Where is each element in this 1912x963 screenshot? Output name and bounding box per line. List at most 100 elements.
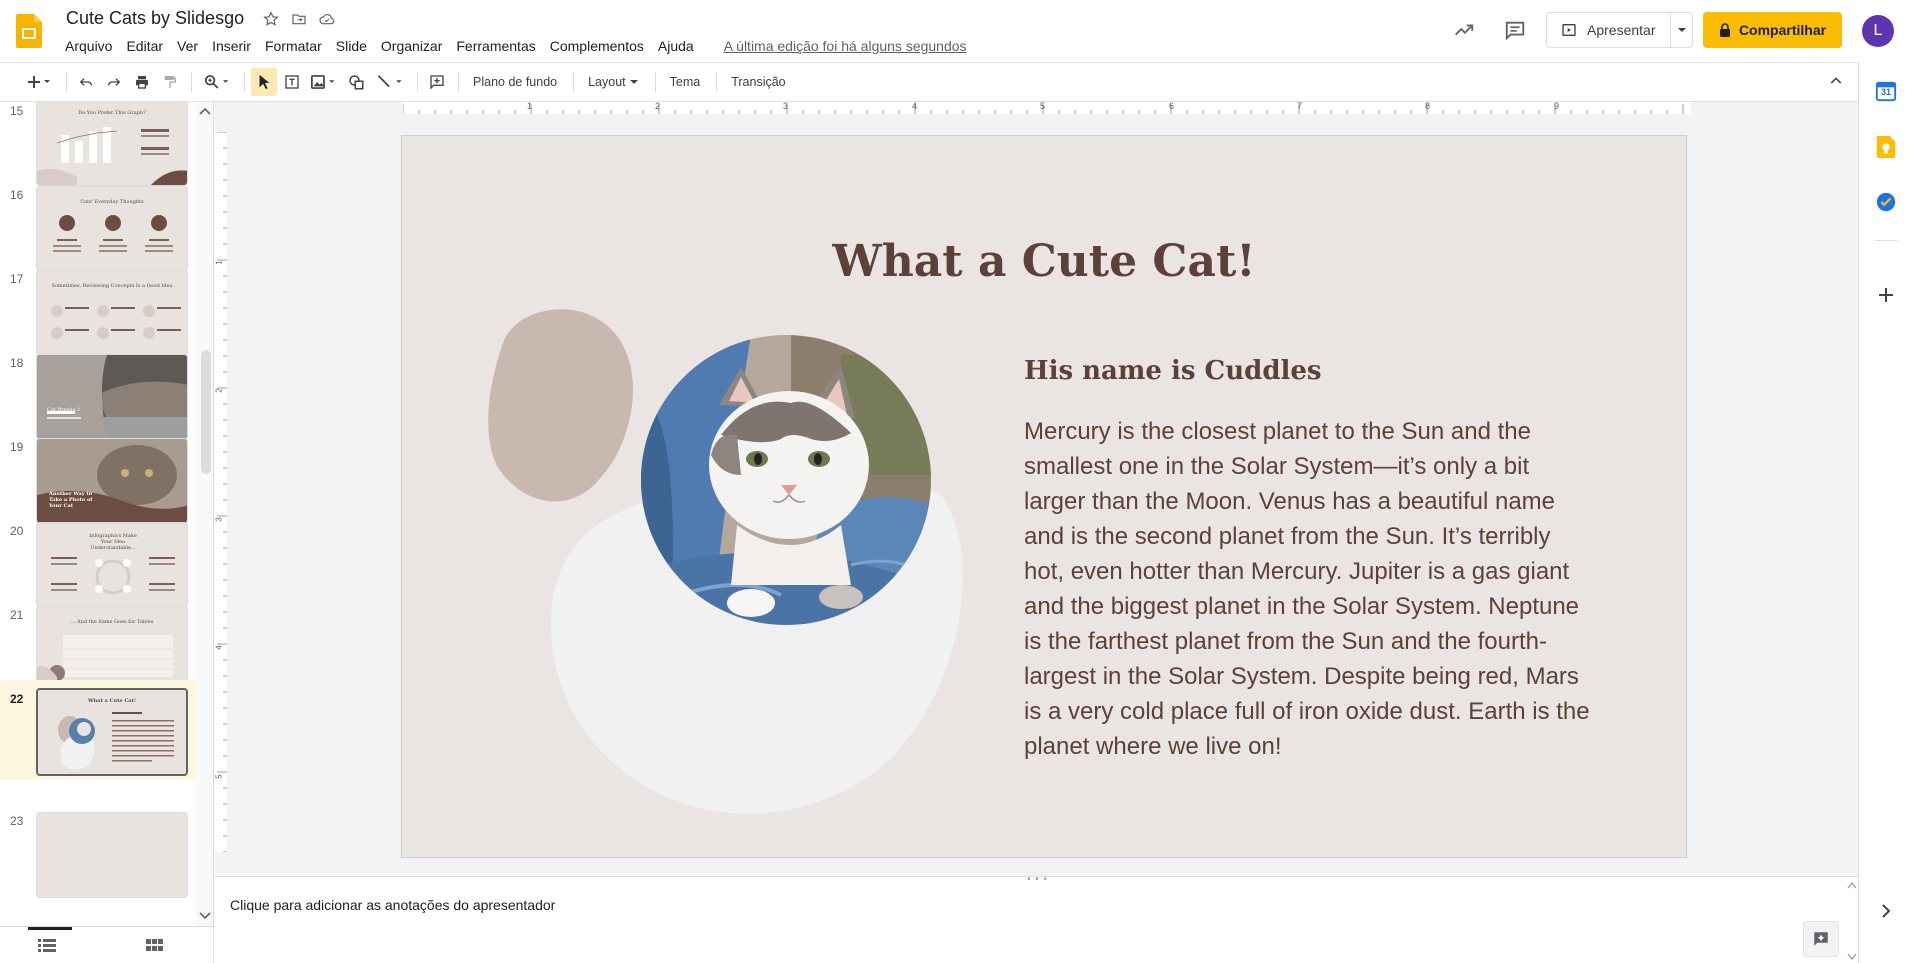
divider — [716, 72, 718, 92]
horizontal-ruler: 1 2 3 4 5 6 7 8 9 — [403, 102, 1691, 114]
filmstrip-view-icon[interactable] — [38, 937, 56, 958]
divider — [573, 72, 575, 92]
zoom-button[interactable] — [198, 68, 236, 96]
calendar-icon[interactable]: 31 — [1875, 80, 1897, 102]
layout-button[interactable]: Layout — [580, 68, 647, 96]
slide-title[interactable]: What a Cute Cat! — [402, 236, 1686, 287]
undo-button[interactable] — [73, 68, 99, 96]
menu-arquivo[interactable]: Arquivo — [58, 36, 119, 56]
slide-thumbnail-23[interactable]: 23 — [0, 788, 196, 898]
menu-slide[interactable]: Slide — [329, 36, 374, 56]
menu-ferramentas[interactable]: Ferramentas — [449, 36, 542, 56]
zoom-icon — [204, 75, 229, 89]
menu-complementos[interactable]: Complementos — [543, 36, 651, 56]
slide-number: 19 — [10, 440, 24, 454]
account-avatar[interactable]: L — [1862, 15, 1894, 47]
add-addon-icon[interactable] — [1875, 284, 1897, 306]
divider — [417, 72, 418, 92]
slide-body-text[interactable]: Mercury is the closest planet to the Sun… — [1024, 414, 1594, 764]
thumbnail-image: Cat Breeds 2 — [36, 354, 188, 440]
filmstrip-scrollbar[interactable] — [196, 102, 213, 926]
explore-button[interactable] — [1803, 921, 1839, 957]
menu-inserir[interactable]: Inserir — [205, 36, 258, 56]
cat-photo-thumbnail — [37, 355, 187, 439]
keep-icon[interactable] — [1875, 136, 1897, 158]
divider — [244, 72, 245, 92]
speaker-notes-input[interactable]: Clique para adicionar as anotações do ap… — [230, 897, 555, 913]
slide-filmstrip: 15 Do You Prefer This Graph? 16 Cats' Ev… — [0, 102, 214, 926]
thumbnail-image — [36, 812, 188, 898]
menu-ajuda[interactable]: Ajuda — [651, 36, 701, 56]
slide-number: 17 — [10, 272, 24, 286]
scroll-down-icon[interactable] — [1847, 953, 1857, 961]
slide-subtitle[interactable]: His name is Cuddles — [1024, 356, 1322, 386]
ruler-label: 1 — [527, 102, 533, 111]
slide-number: 15 — [10, 104, 24, 118]
document-title[interactable]: Cute Cats by Slidesgo — [66, 8, 244, 29]
menu-formatar[interactable]: Formatar — [258, 36, 329, 56]
divider — [654, 72, 656, 92]
thumbnail-image: What a Cute Cat! — [36, 688, 188, 776]
activity-trend-icon[interactable] — [1452, 18, 1476, 42]
transition-button[interactable]: Transição — [723, 68, 793, 96]
cat-photo[interactable] — [641, 335, 931, 625]
comments-icon[interactable] — [1503, 18, 1527, 42]
thumbnail-image: Another Way to Take a Photo of Your Cat — [36, 438, 188, 524]
ruler-label: 1 — [215, 260, 224, 265]
add-comment-button[interactable] — [424, 68, 450, 96]
lock-icon — [1719, 23, 1730, 37]
ruler-label: 2 — [655, 102, 661, 111]
notes-resize-handle[interactable]: • • • — [1027, 874, 1048, 885]
select-tool-button[interactable] — [251, 68, 277, 96]
cloud-saved-icon[interactable] — [318, 10, 336, 28]
menu-organizar[interactable]: Organizar — [374, 36, 449, 56]
redo-button[interactable] — [101, 68, 127, 96]
line-button[interactable] — [371, 68, 409, 96]
expand-panel-icon[interactable] — [1875, 900, 1897, 922]
thumbnail-image: Sometimes, Reviewing Concepts Is a Good … — [36, 270, 188, 356]
slide-number: 18 — [10, 356, 24, 370]
share-button[interactable]: Compartilhar — [1703, 12, 1842, 48]
tasks-icon[interactable] — [1875, 191, 1897, 213]
slide-thumbnail-22[interactable]: 22 What a Cute Cat! — [0, 680, 196, 780]
thumbnail-title: Cat Breeds 2 — [47, 407, 80, 413]
explore-icon — [1814, 932, 1828, 946]
ruler-label: 5 — [1040, 102, 1046, 111]
scroll-up-icon[interactable] — [1847, 881, 1857, 889]
last-edit-link[interactable]: A última edição foi há alguns segundos — [717, 36, 974, 56]
add-comment-icon — [430, 75, 444, 90]
move-folder-icon[interactable] — [290, 10, 308, 28]
slide-number: 16 — [10, 188, 24, 202]
side-panel: 31 — [1858, 62, 1912, 963]
present-button[interactable]: Apresentar — [1546, 12, 1693, 48]
insert-image-button[interactable] — [307, 68, 341, 96]
filmstrip-scroll-thumb[interactable] — [201, 350, 211, 474]
tan-blob — [488, 309, 634, 502]
present-dropdown-button[interactable] — [1671, 25, 1692, 35]
ruler-label: 7 — [1297, 102, 1303, 111]
print-button[interactable] — [129, 68, 155, 96]
caret-down-icon — [629, 80, 638, 84]
current-slide-thumbnail — [58, 712, 174, 770]
scroll-down-icon[interactable] — [199, 912, 211, 920]
ruler-label: 8 — [1425, 102, 1431, 111]
current-slide[interactable]: What a Cute Cat! His name is Cuddles Mer… — [401, 135, 1687, 858]
paint-format-button[interactable] — [157, 68, 183, 96]
scroll-up-icon[interactable] — [199, 107, 211, 115]
grid-view-icon[interactable] — [146, 937, 164, 958]
menu-editar[interactable]: Editar — [119, 36, 170, 56]
text-box-button[interactable] — [279, 68, 305, 96]
theme-button[interactable]: Tema — [662, 68, 709, 96]
star-icon[interactable] — [262, 10, 280, 28]
slides-logo-icon[interactable] — [16, 14, 42, 48]
menu-ver[interactable]: Ver — [170, 36, 205, 56]
divider — [191, 72, 192, 92]
toolbar: Plano de fundo Layout Tema Transição — [0, 62, 1858, 102]
collapse-toolbar-icon[interactable] — [1828, 73, 1844, 94]
shape-button[interactable] — [343, 68, 369, 96]
thumbnail-image: Do You Prefer This Graph? — [36, 102, 188, 186]
slide-number: 20 — [10, 524, 24, 538]
background-button[interactable]: Plano de fundo — [465, 68, 565, 96]
present-main[interactable]: Apresentar — [1547, 13, 1671, 47]
new-slide-button[interactable] — [20, 68, 58, 96]
